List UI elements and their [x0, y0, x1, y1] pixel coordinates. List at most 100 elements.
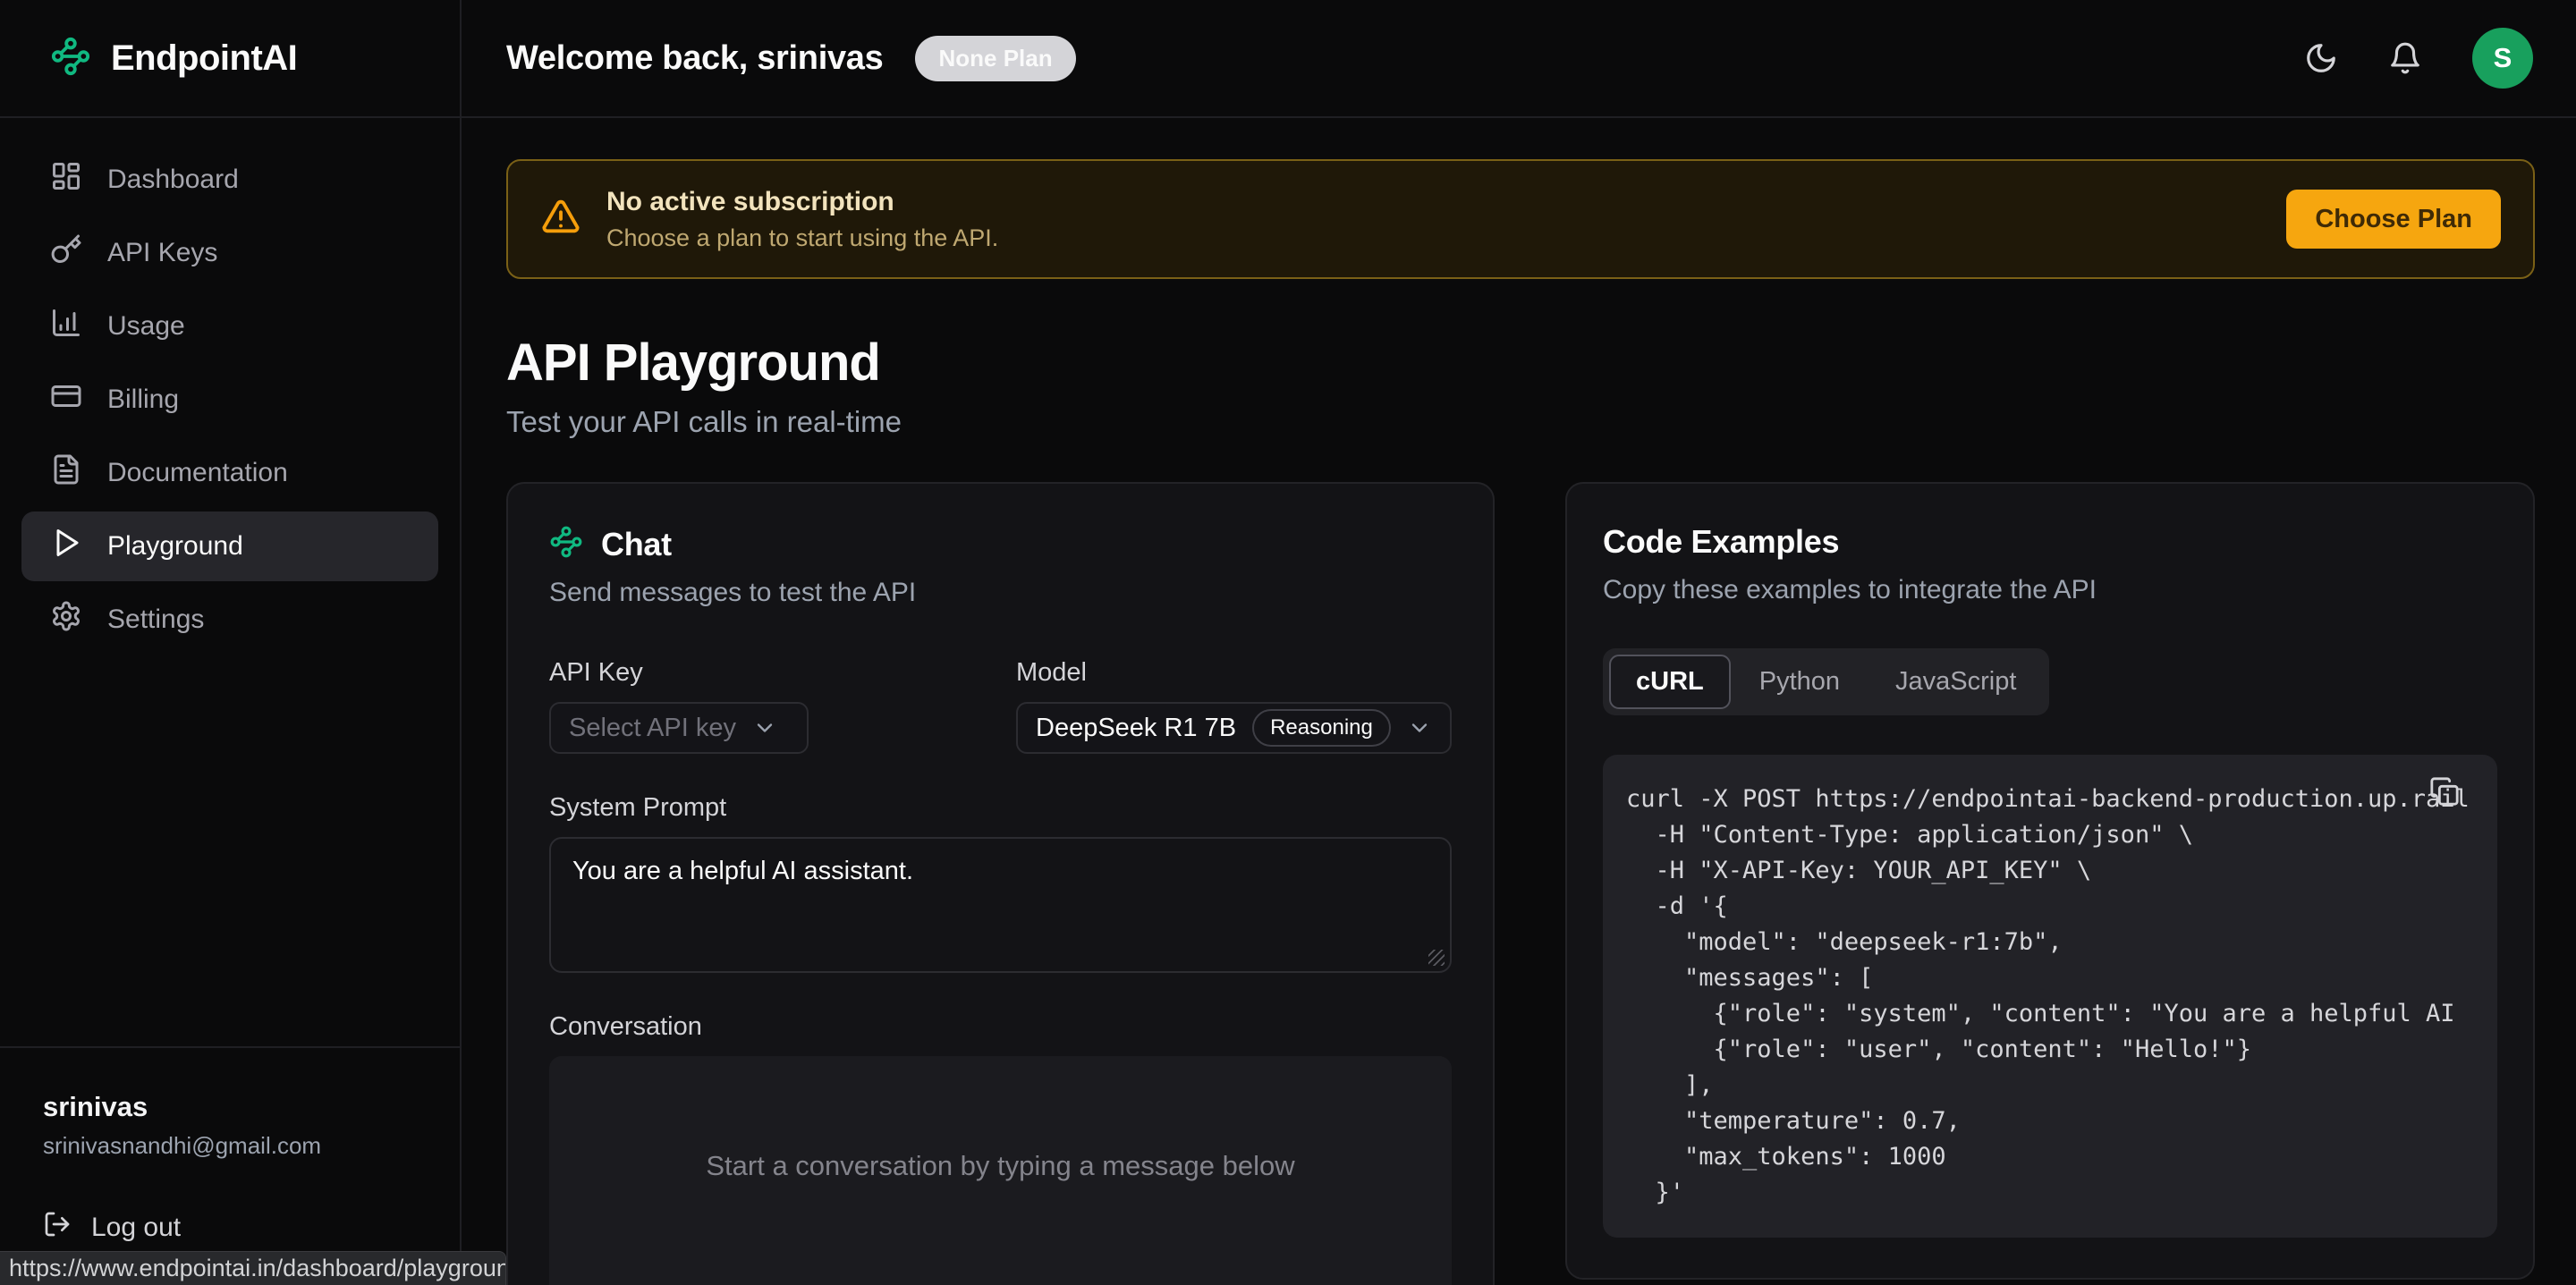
sidebar-item-label: Usage [107, 311, 185, 342]
conversation-panel: Start a conversation by typing a message… [549, 1056, 1452, 1285]
log-out-icon [43, 1210, 72, 1246]
model-label: Model [1016, 658, 1452, 688]
code-line: "model": "deepseek-r1:7b", [1626, 925, 2497, 960]
reasoning-badge: Reasoning [1252, 709, 1391, 747]
user-email: srinivasnandhi@gmail.com [43, 1132, 417, 1160]
sidebar-spacer [0, 681, 460, 1046]
api-key-placeholder: Select API key [569, 714, 736, 743]
conversation-label: Conversation [549, 1012, 1452, 1042]
bell-icon [2388, 41, 2422, 75]
sidebar-item-label: API Keys [107, 238, 217, 268]
chat-card-header: Chat [549, 525, 1452, 563]
code-examples-title: Code Examples [1603, 523, 2497, 561]
sidebar-item-label: Billing [107, 385, 179, 415]
user-name: srinivas [43, 1091, 417, 1123]
api-key-label: API Key [549, 658, 809, 688]
code-line: {"role": "system", "content": "You are a… [1626, 996, 2497, 1032]
chevron-down-icon [1407, 715, 1432, 740]
model-value: DeepSeek R1 7B [1036, 714, 1236, 743]
sidebar-item-label: Dashboard [107, 165, 239, 195]
main-area: Welcome back, srinivas None Plan S No ac… [462, 0, 2576, 1285]
logout-button[interactable]: Log out [43, 1210, 417, 1246]
system-prompt-label: System Prompt [549, 793, 1452, 823]
chat-card: Chat Send messages to test the API API K… [506, 482, 1495, 1285]
code-line: ], [1626, 1068, 2497, 1103]
sidebar-item-label: Playground [107, 531, 243, 562]
sidebar-item-label: Documentation [107, 458, 288, 488]
layout-dashboard-icon [50, 160, 82, 199]
play-icon [50, 527, 82, 566]
avatar[interactable]: S [2472, 28, 2533, 89]
page-content: No active subscription Choose a plan to … [462, 118, 2576, 1285]
waypoints-chat-icon [549, 525, 583, 563]
copy-code-button[interactable] [2429, 776, 2460, 807]
waypoints-logo-icon [50, 36, 91, 81]
sidebar-item-documentation[interactable]: Documentation [21, 438, 438, 508]
copy-icon [2429, 776, 2460, 807]
sidebar-item-playground[interactable]: Playground [21, 511, 438, 581]
conversation-placeholder: Start a conversation by typing a message… [549, 1150, 1452, 1182]
sidebar-item-dashboard[interactable]: Dashboard [21, 145, 438, 215]
sidebar-item-api-keys[interactable]: API Keys [21, 218, 438, 288]
code-snippet-block: curl -X POST https://endpointai-backend-… [1603, 755, 2497, 1238]
header-actions: S [2304, 28, 2533, 89]
welcome-title: Welcome back, srinivas [506, 39, 883, 78]
file-text-icon [50, 453, 82, 493]
moon-icon [2304, 41, 2338, 75]
sidebar: EndpointAI Dashboard API Keys Usage Bill… [0, 0, 462, 1285]
choose-plan-button[interactable]: Choose Plan [2286, 190, 2501, 249]
code-line: curl -X POST https://endpointai-backend-… [1626, 782, 2497, 817]
logout-label: Log out [91, 1213, 181, 1243]
banner-subtitle: Choose a plan to start using the API. [606, 224, 998, 252]
code-line: -H "Content-Type: application/json" \ [1626, 817, 2497, 853]
tab-curl[interactable]: cURL [1609, 655, 1731, 709]
model-field-group: Model DeepSeek R1 7B Reasoning [1016, 658, 1452, 754]
key-icon [50, 233, 82, 273]
subscription-warning-banner: No active subscription Choose a plan to … [506, 159, 2535, 279]
warning-triangle-icon [540, 197, 581, 242]
chevron-down-icon [752, 715, 777, 740]
banner-text: No active subscription Choose a plan to … [606, 187, 998, 252]
sidebar-item-label: Settings [107, 604, 204, 635]
code-line: "temperature": 0.7, [1626, 1103, 2497, 1139]
system-prompt-group: System Prompt You are a helpful AI assis… [549, 793, 1452, 973]
conversation-group: Conversation Start a conversation by typ… [549, 1012, 1452, 1285]
playground-columns: Chat Send messages to test the API API K… [506, 482, 2535, 1285]
theme-toggle-button[interactable] [2304, 41, 2338, 75]
model-select[interactable]: DeepSeek R1 7B Reasoning [1016, 702, 1452, 754]
system-prompt-textarea[interactable]: You are a helpful AI assistant. [549, 837, 1452, 973]
banner-title: No active subscription [606, 187, 998, 217]
code-line: }' [1626, 1175, 2497, 1211]
chat-card-title: Chat [601, 526, 672, 563]
sidebar-item-usage[interactable]: Usage [21, 292, 438, 361]
sidebar-item-billing[interactable]: Billing [21, 365, 438, 435]
sidebar-nav: Dashboard API Keys Usage Billing Documen… [0, 118, 460, 681]
page-title: API Playground [506, 333, 2535, 393]
brand-name: EndpointAI [111, 38, 297, 79]
app-window: EndpointAI Dashboard API Keys Usage Bill… [0, 0, 2576, 1285]
notifications-button[interactable] [2388, 41, 2422, 75]
code-line: -d '{ [1626, 889, 2497, 925]
code-examples-card: Code Examples Copy these examples to int… [1565, 482, 2535, 1280]
code-line: "messages": [ [1626, 960, 2497, 996]
code-examples-subtitle: Copy these examples to integrate the API [1603, 575, 2497, 605]
page-subtitle: Test your API calls in real-time [506, 405, 2535, 439]
sidebar-user-section: srinivas srinivasnandhi@gmail.com Log ou… [0, 1046, 460, 1285]
sidebar-item-settings[interactable]: Settings [21, 585, 438, 655]
tab-javascript[interactable]: JavaScript [1868, 655, 2043, 709]
code-line: {"role": "user", "content": "Hello!"} [1626, 1032, 2497, 1068]
brand-logo-row: EndpointAI [0, 0, 460, 118]
plan-badge: None Plan [915, 36, 1075, 81]
code-language-tabs: cURL Python JavaScript [1603, 648, 2049, 715]
api-key-select[interactable]: Select API key [549, 702, 809, 754]
chat-form-row: API Key Select API key Model DeepSeek R1… [549, 658, 1452, 754]
page-head: API Playground Test your API calls in re… [506, 333, 2535, 439]
bar-chart-icon [50, 307, 82, 346]
api-key-field-group: API Key Select API key [549, 658, 809, 754]
gear-icon [50, 600, 82, 639]
code-line: -H "X-API-Key: YOUR_API_KEY" \ [1626, 853, 2497, 889]
top-header: Welcome back, srinivas None Plan S [462, 0, 2576, 118]
tab-python[interactable]: Python [1733, 655, 1867, 709]
browser-status-bar: https://www.endpointai.in/dashboard/play… [0, 1251, 506, 1285]
credit-card-icon [50, 380, 82, 419]
